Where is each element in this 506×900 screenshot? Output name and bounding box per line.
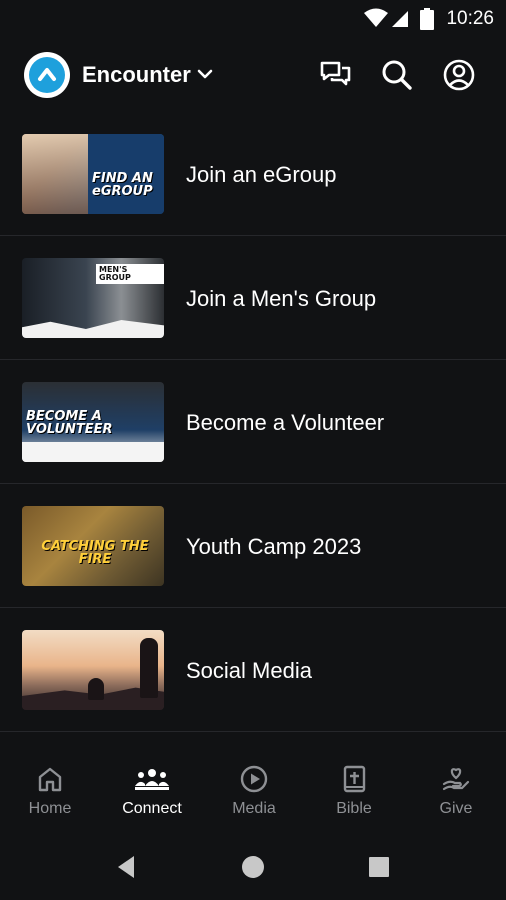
thumbnail-social-media [22, 630, 164, 710]
list-item-social-media[interactable]: Social Media [0, 608, 506, 732]
tab-media[interactable]: Media [204, 764, 304, 818]
thumbnail-mens-group: MEN'S GROUP [22, 258, 164, 338]
tab-label: Home [28, 800, 72, 817]
church-logo[interactable] [24, 52, 70, 98]
thumbnail-youth-camp: CATCHING THE FIRE [22, 506, 164, 586]
thumbnail-caption: MEN'S GROUP [96, 264, 164, 284]
tab-give[interactable]: Give [406, 764, 506, 818]
clock: 10:26 [446, 8, 494, 29]
tab-connect[interactable]: Connect [102, 764, 202, 818]
tab-bible[interactable]: Bible [304, 764, 404, 818]
wifi-icon [364, 8, 388, 27]
people-icon [135, 769, 169, 790]
bottom-tab-bar: Home Connect Media Bible Give [0, 744, 506, 836]
list-item-volunteer[interactable]: BECOME A VOLUNTEER Become a Volunteer [0, 360, 506, 484]
thumbnail-caption: FIND AN eGROUP [92, 171, 153, 199]
item-label: Join a Men's Group [186, 286, 377, 311]
list-item-youth-camp[interactable]: CATCHING THE FIRE Youth Camp 2023 [0, 484, 506, 608]
list-item-egroup[interactable]: FIND AN eGROUP Join an eGroup [0, 112, 506, 236]
item-label: Join an eGroup [186, 162, 337, 187]
messages-icon[interactable] [318, 58, 352, 92]
account-icon[interactable] [442, 58, 476, 92]
status-bar: 10:26 [0, 0, 506, 36]
tab-home[interactable]: Home [0, 764, 100, 818]
item-label: Social Media [186, 658, 312, 683]
org-name[interactable]: Encounter [82, 62, 191, 88]
signal-icon [392, 11, 408, 27]
battery-icon [420, 8, 434, 30]
list-item-mens-group[interactable]: MEN'S GROUP Join a Men's Group [0, 236, 506, 360]
give-icon [442, 768, 470, 791]
bible-icon [343, 765, 366, 793]
recents-icon[interactable] [368, 856, 390, 878]
item-label: Youth Camp 2023 [186, 534, 362, 559]
search-icon[interactable] [380, 58, 414, 92]
tab-label: Media [232, 800, 276, 817]
item-label: Become a Volunteer [186, 410, 385, 435]
play-icon [240, 765, 268, 793]
thumbnail-egroup: FIND AN eGROUP [22, 134, 164, 214]
system-nav-bar [0, 836, 506, 900]
app-header: Encounter [0, 40, 506, 110]
home-circle-icon[interactable] [241, 855, 265, 879]
tab-label: Connect [122, 800, 182, 817]
connect-list: FIND AN eGROUP Join an eGroup MEN'S GROU… [0, 112, 506, 732]
thumbnail-caption: BECOME A VOLUNTEER [26, 409, 113, 437]
home-icon [38, 767, 62, 792]
chevron-down-icon[interactable] [195, 66, 215, 82]
tab-label: Bible [336, 800, 372, 817]
back-icon[interactable] [114, 854, 138, 880]
logo-icon [38, 68, 56, 81]
tab-label: Give [439, 800, 473, 817]
thumbnail-volunteer: BECOME A VOLUNTEER [22, 382, 164, 462]
thumbnail-caption: CATCHING THE FIRE [41, 539, 149, 567]
